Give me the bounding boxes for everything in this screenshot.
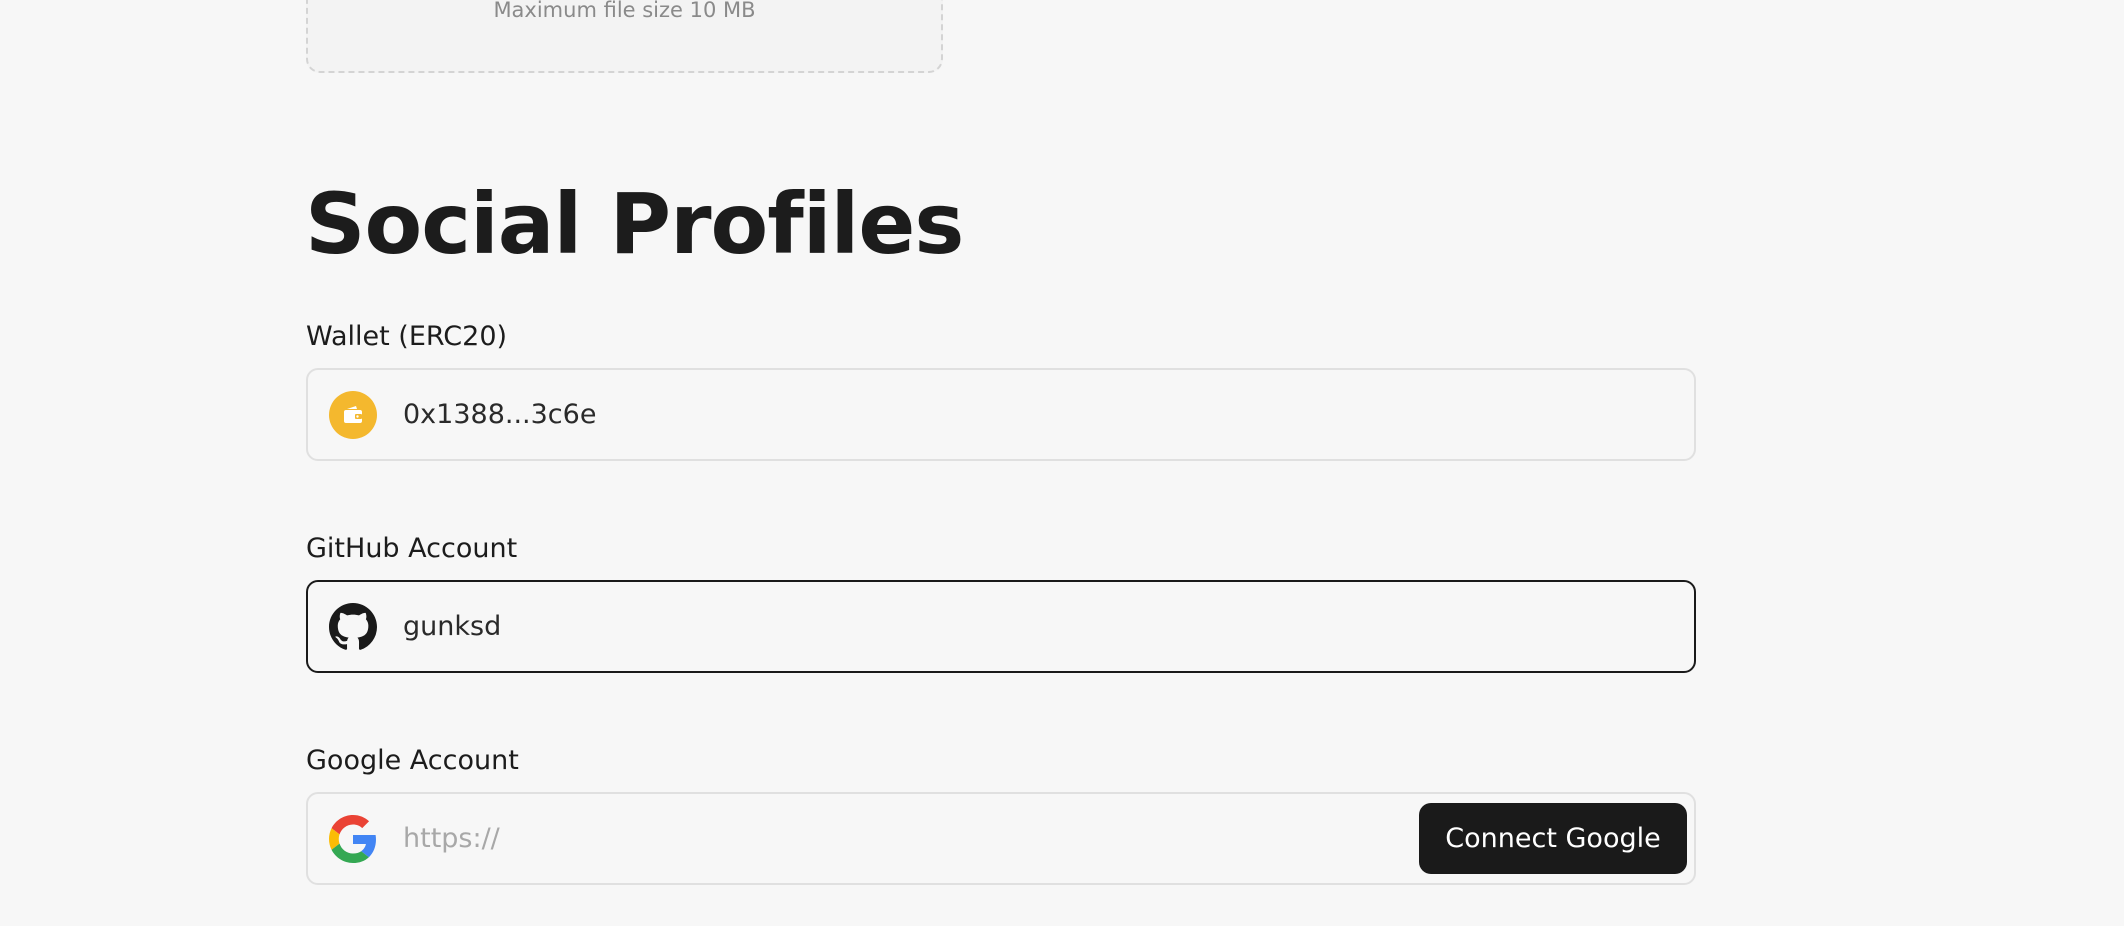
wallet-label: Wallet (ERC20) — [306, 321, 508, 352]
github-input[interactable] — [403, 582, 1674, 671]
google-field[interactable]: Connect Google — [306, 792, 1696, 885]
google-input[interactable] — [403, 794, 1404, 883]
github-label: GitHub Account — [306, 533, 518, 564]
google-icon — [329, 814, 377, 863]
github-field[interactable] — [306, 580, 1696, 673]
upload-size-hint: Maximum file size 10 MB — [493, 0, 756, 22]
connect-google-button[interactable]: Connect Google — [1419, 803, 1687, 874]
wallet-field[interactable] — [306, 368, 1696, 461]
google-label: Google Account — [306, 745, 519, 776]
github-icon — [329, 602, 377, 651]
section-title: Social Profiles — [305, 175, 964, 273]
wallet-input[interactable] — [403, 370, 1674, 459]
file-upload-dropzone[interactable]: Maximum file size 10 MB — [306, 0, 943, 73]
page: Maximum file size 10 MB Social Profiles … — [0, 0, 2124, 926]
wallet-icon — [329, 390, 377, 439]
